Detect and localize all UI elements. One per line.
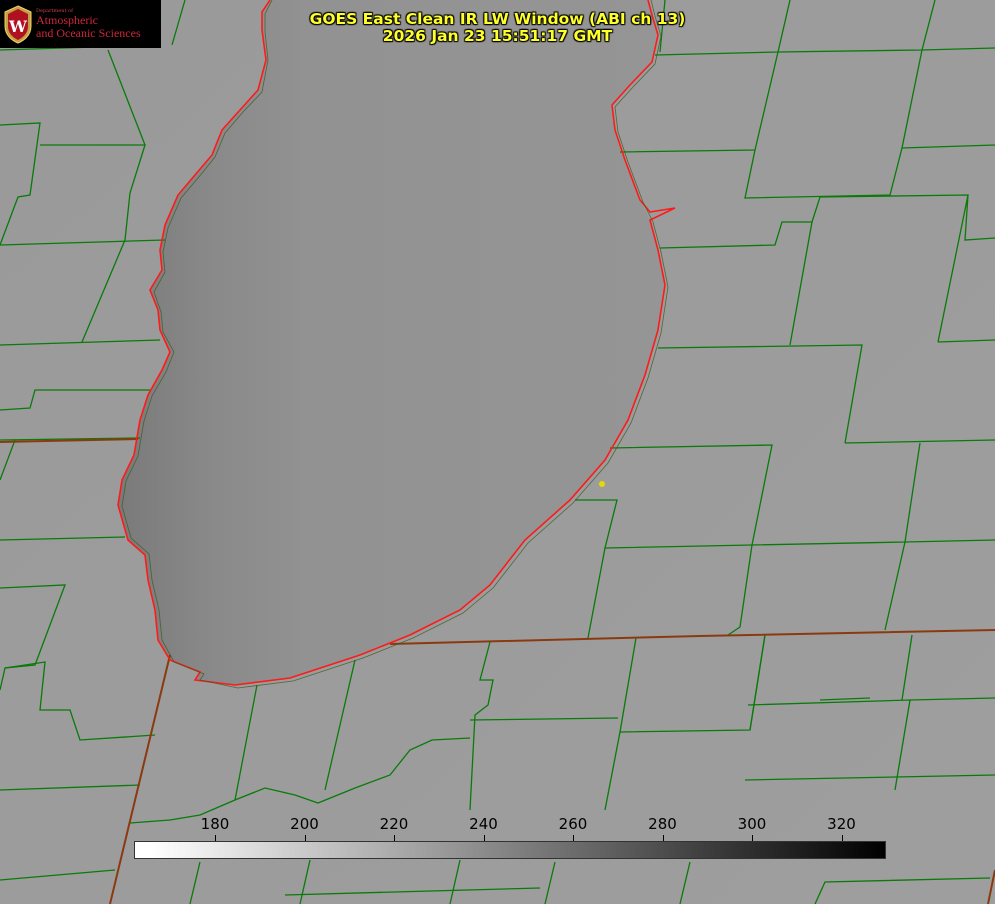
title-product: GOES East Clean IR LW Window (ABI ch 13): [309, 10, 686, 28]
colorbar: [134, 841, 886, 859]
colorbar-tick-mark: [841, 835, 843, 841]
colorbar-tick-label: 280: [648, 815, 677, 833]
colorbar-tick-label: 220: [379, 815, 409, 833]
colorbar-tick-mark: [573, 835, 574, 841]
image-title: GOES East Clean IR LW Window (ABI ch 13)…: [0, 11, 995, 45]
colorbar-tick-label: 260: [558, 815, 588, 833]
colorbar-tick-mark: [483, 835, 485, 841]
colorbar-tick-label: 320: [827, 815, 856, 833]
colorbar-tick-mark: [215, 835, 216, 841]
title-timestamp: 2026 Jan 23 15:51:17 GMT: [382, 27, 613, 45]
colorbar-tick-mark: [304, 835, 306, 841]
satellite-map: [0, 0, 995, 904]
location-marker: [599, 481, 605, 487]
colorbar-tick-label: 300: [737, 815, 767, 833]
colorbar-tick-mark: [752, 835, 753, 841]
colorbar-tick-mark: [662, 835, 664, 841]
satellite-viewer: W Department of Atmospheric and Oceanic …: [0, 0, 995, 904]
colorbar-tick-mark: [394, 835, 395, 841]
colorbar-tick-label: 240: [469, 815, 498, 833]
colorbar-tick-label: 180: [200, 815, 230, 833]
colorbar-tick-label: 200: [290, 815, 319, 833]
